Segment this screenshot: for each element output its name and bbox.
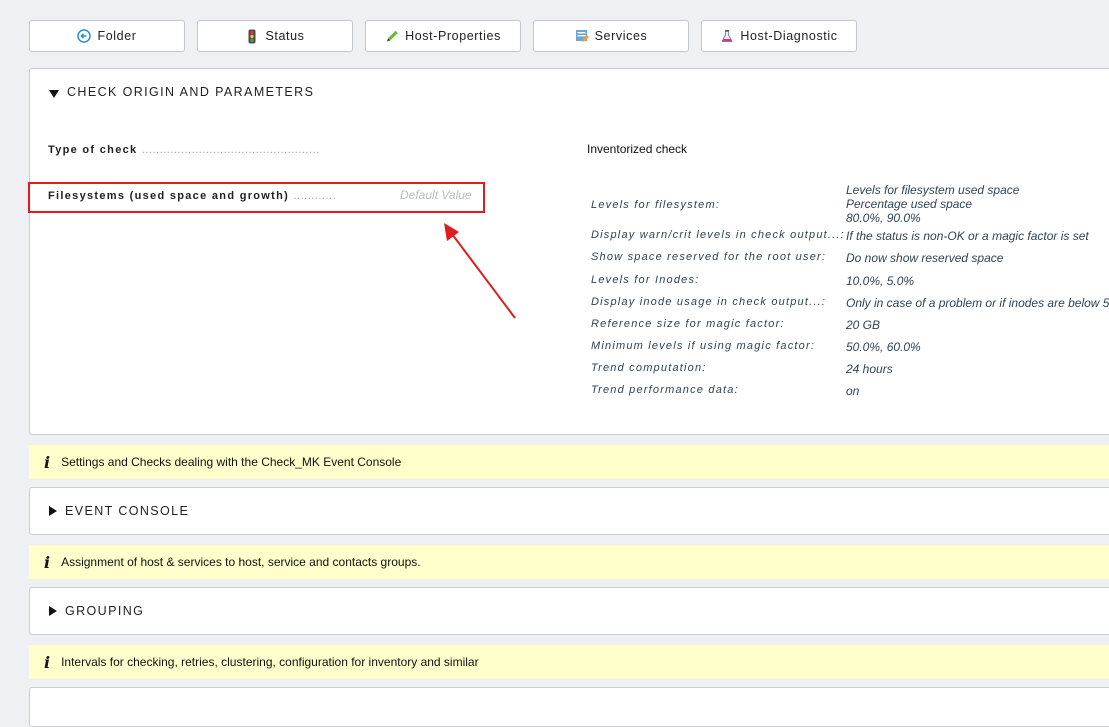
annotation-arrow xyxy=(444,223,516,319)
